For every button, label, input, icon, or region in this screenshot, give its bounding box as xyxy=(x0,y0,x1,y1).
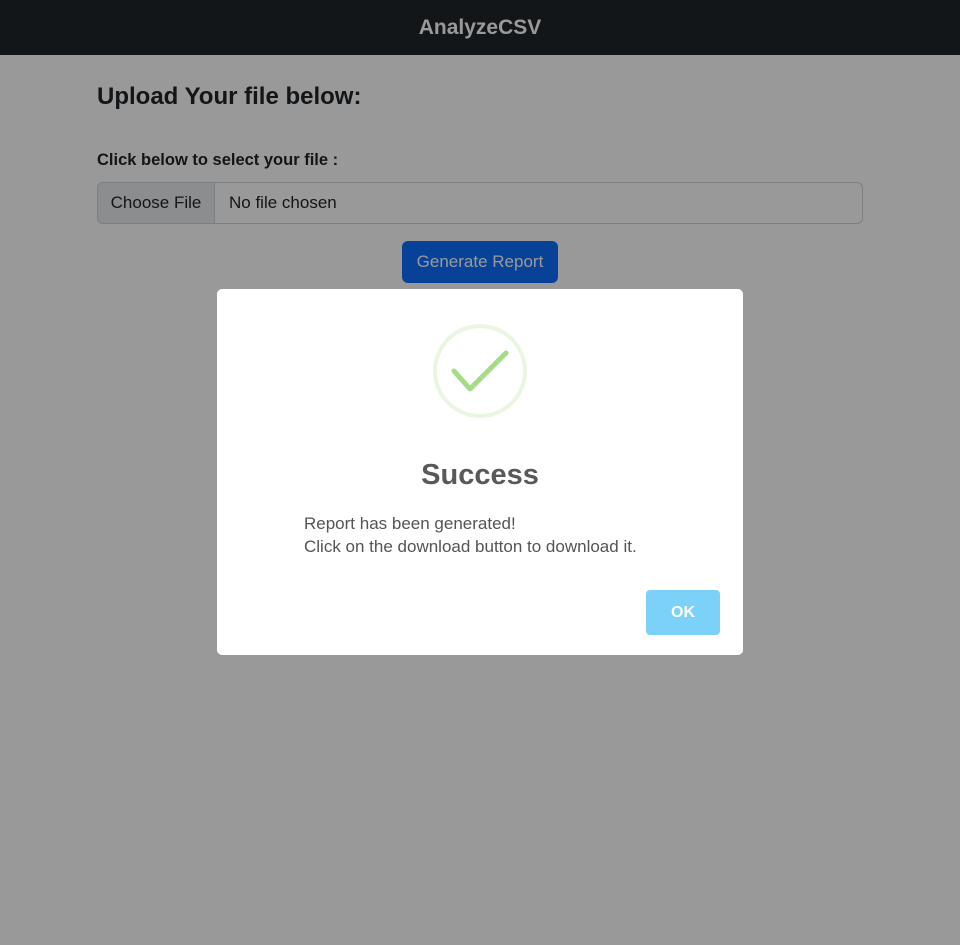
success-dialog: Success Report has been generated! Click… xyxy=(217,289,743,655)
dialog-message: Report has been generated! Click on the … xyxy=(304,512,724,558)
success-check-icon xyxy=(433,324,527,418)
dialog-message-line-1: Report has been generated! xyxy=(304,514,516,533)
dialog-message-line-2: Click on the download button to download… xyxy=(304,537,637,556)
ok-button[interactable]: OK xyxy=(646,590,720,635)
modal-backdrop[interactable]: Success Report has been generated! Click… xyxy=(0,0,960,945)
dialog-title: Success xyxy=(421,459,539,491)
